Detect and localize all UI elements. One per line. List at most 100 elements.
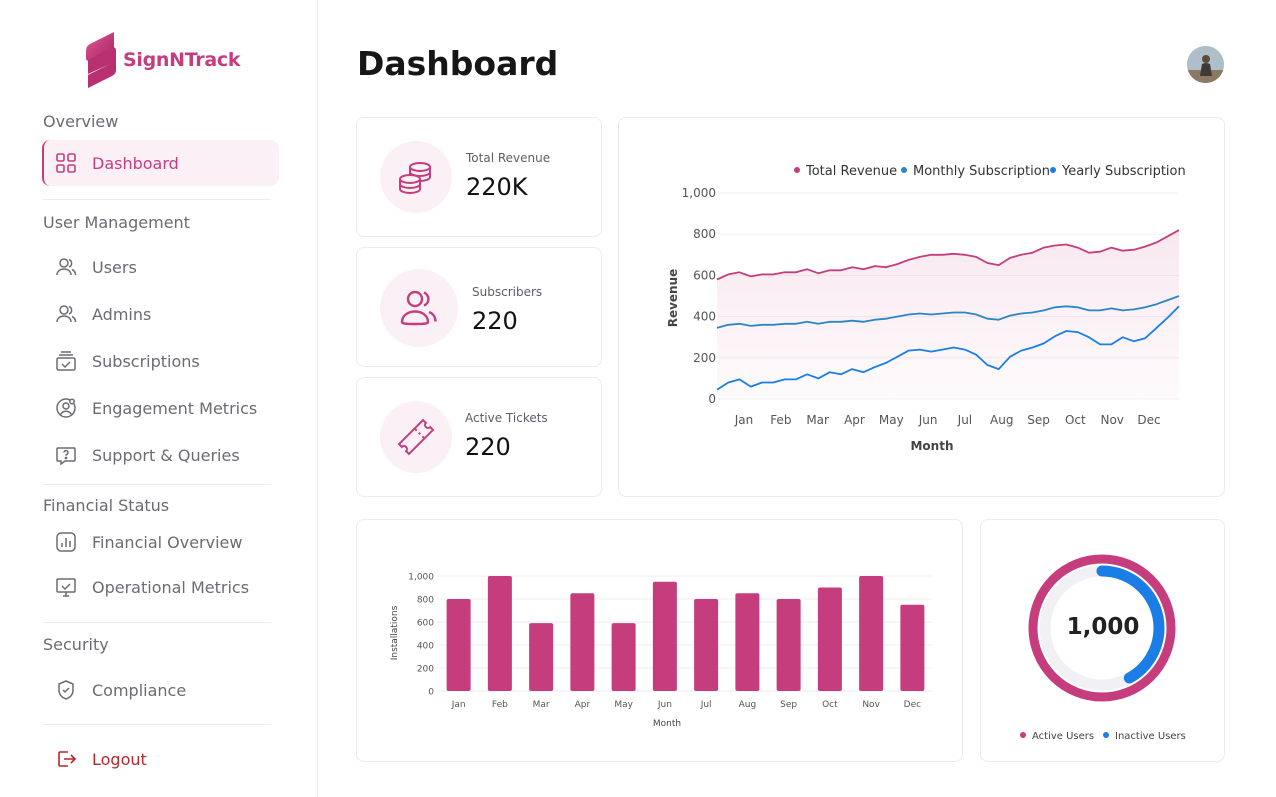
bar	[570, 593, 595, 691]
subscriptions-icon	[55, 350, 77, 372]
divider	[43, 199, 271, 200]
x-tick-label: May	[879, 413, 904, 427]
x-tick-label: Sep	[780, 700, 797, 710]
installations-bar-chart: 0 200 400 600 800 1,000 Jan Feb Mar Apr May Jun Jul A…	[390, 573, 932, 729]
bar	[611, 623, 636, 691]
x-tick-label: Feb	[770, 413, 791, 427]
section-title-overview: Overview	[43, 112, 119, 131]
bar	[900, 604, 925, 691]
x-axis-title: Month	[910, 439, 953, 453]
bar	[529, 623, 554, 691]
sidebar-item-label: Financial Overview	[92, 532, 243, 552]
legend-marker	[1103, 732, 1109, 738]
legend-label: Yearly Subscription	[1061, 164, 1186, 179]
y-tick-label: 400	[693, 310, 716, 324]
users-icon	[380, 269, 458, 347]
sidebar-item-label: Compliance	[92, 680, 187, 700]
sidebar-item-subscriptions[interactable]: Subscriptions	[42, 338, 279, 384]
legend-label: Active Users	[1032, 731, 1094, 742]
brand-name: SignNTrack	[123, 49, 241, 71]
sidebar-item-engagement-metrics[interactable]: Engagement Metrics	[42, 385, 279, 431]
stat-value: 220K	[466, 173, 528, 201]
bar	[776, 599, 801, 691]
financial-icon	[55, 531, 77, 553]
x-tick-label: Nov	[862, 700, 880, 710]
sidebar-item-admins[interactable]: Admins	[42, 291, 279, 337]
stat-label: Total Revenue	[466, 151, 551, 165]
revenue-chart-card: 0 200 400 600 800 1,000 Jan Feb Mar Apr May Jun Jul A…	[618, 117, 1225, 497]
sidebar-item-compliance[interactable]: Compliance	[42, 667, 279, 713]
logout-icon	[55, 748, 77, 770]
stat-card-active-tickets[interactable]: Active Tickets 220	[356, 377, 602, 497]
sidebar-item-dashboard[interactable]: Dashboard	[42, 140, 279, 186]
y-tick-label: 0	[708, 392, 716, 406]
engagement-icon	[55, 397, 77, 419]
page-title: Dashboard	[357, 44, 559, 83]
legend-label: Inactive Users	[1115, 731, 1186, 742]
sidebar-item-operational-metrics[interactable]: Operational Metrics	[42, 564, 279, 610]
sidebar-item-label: Support & Queries	[92, 445, 240, 465]
sidebar: SignNTrack Overview Dashboard User Manag…	[0, 0, 318, 797]
sidebar-item-label: Engagement Metrics	[92, 398, 258, 418]
stat-label: Active Tickets	[465, 411, 548, 425]
y-tick-label: 800	[693, 227, 716, 241]
total-revenue-area	[717, 230, 1179, 399]
monitor-icon	[55, 576, 77, 598]
x-tick-label: Aug	[990, 413, 1013, 427]
bar	[652, 581, 677, 691]
legend-label: Total Revenue	[805, 164, 897, 179]
bar	[446, 599, 471, 691]
x-tick-label: Sep	[1027, 413, 1050, 427]
y-tick-label: 400	[417, 642, 434, 652]
y-tick-label: 1,000	[682, 186, 716, 200]
y-axis-title: Revenue	[666, 269, 680, 328]
users-donut-chart: Active Users Inactive Users	[1020, 554, 1186, 742]
x-tick-label: Jul	[700, 700, 712, 710]
y-tick-label: 600	[417, 619, 434, 629]
x-tick-label: Jan	[451, 700, 466, 710]
x-tick-label: Oct	[822, 700, 838, 710]
y-tick-label: 0	[428, 688, 434, 698]
legend-label: Monthly Subscription	[913, 164, 1050, 179]
brand-logo[interactable]: SignNTrack	[84, 30, 241, 90]
section-title-security: Security	[43, 635, 109, 654]
stat-value: 220	[465, 433, 511, 461]
sidebar-item-support-queries[interactable]: Support & Queries	[42, 432, 279, 478]
admins-icon	[55, 303, 77, 325]
sidebar-item-label: Operational Metrics	[92, 577, 250, 597]
shield-icon	[55, 679, 77, 701]
divider	[43, 724, 271, 725]
sidebar-item-financial-overview[interactable]: Financial Overview	[42, 519, 279, 565]
x-tick-label: Dec	[904, 700, 921, 710]
y-tick-label: 200	[417, 665, 434, 675]
bar	[817, 587, 842, 691]
stat-card-total-revenue[interactable]: Total Revenue 220K	[356, 117, 602, 237]
users-donut-card: Active Users Inactive Users 1,000	[980, 519, 1225, 762]
avatar[interactable]	[1187, 46, 1224, 83]
y-axis-title: Installations	[390, 605, 400, 660]
y-tick-label: 600	[693, 268, 716, 282]
bar	[859, 576, 884, 691]
installations-chart-card: 0 200 400 600 800 1,000 Jan Feb Mar Apr May Jun Jul A…	[356, 519, 963, 762]
x-tick-label: Jul	[957, 413, 972, 427]
x-tick-label: Apr	[844, 413, 865, 427]
x-tick-label: Apr	[575, 700, 591, 710]
sidebar-item-label: Dashboard	[92, 153, 179, 173]
ticket-icon	[380, 401, 452, 473]
grid-icon	[55, 152, 77, 174]
y-tick-label: 800	[417, 596, 434, 606]
y-tick-label: 1,000	[408, 573, 434, 583]
x-axis-title: Month	[653, 719, 681, 729]
sidebar-item-users[interactable]: Users	[42, 244, 279, 290]
support-icon	[55, 444, 77, 466]
sidebar-item-label: Subscriptions	[92, 351, 200, 371]
x-tick-label: Jan	[734, 413, 754, 427]
logout-label: Logout	[92, 749, 147, 769]
revenue-line-chart: 0 200 400 600 800 1,000 Jan Feb Mar Apr May Jun Jul A…	[666, 164, 1186, 453]
x-tick-label: Mar	[533, 700, 550, 710]
bar	[694, 599, 719, 691]
logo-mark-icon	[86, 32, 116, 88]
stat-card-subscribers[interactable]: Subscribers 220	[356, 247, 602, 367]
x-tick-label: May	[614, 700, 633, 710]
logout-button[interactable]: Logout	[42, 736, 279, 782]
